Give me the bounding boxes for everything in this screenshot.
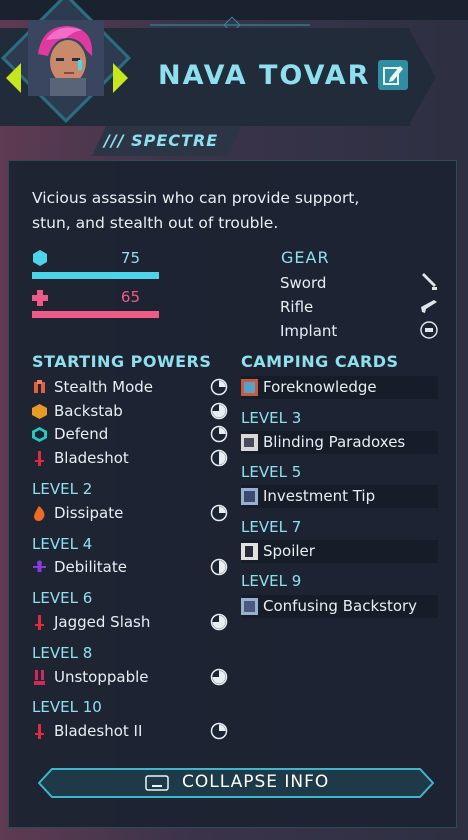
power-cost-clock-icon: [210, 668, 228, 686]
power-debilitate[interactable]: Debilitate: [32, 557, 232, 579]
shield-icon: [33, 250, 47, 266]
jagged-slash-icon: [35, 615, 44, 630]
level-label: LEVEL 2: [32, 480, 93, 498]
camping-cards-title: CAMPING CARDS: [241, 352, 399, 371]
shield-value: 75: [120, 249, 140, 267]
level-label: LEVEL 7: [241, 518, 302, 536]
next-character-arrow-icon[interactable]: [113, 63, 128, 93]
level-label: LEVEL 8: [32, 644, 93, 662]
level-label: LEVEL 6: [32, 589, 93, 607]
edit-icon: [383, 66, 403, 85]
bladeshot-icon: [35, 724, 44, 739]
defend-icon: [32, 427, 47, 442]
level-label: LEVEL 10: [32, 698, 102, 716]
card-foreknowledge[interactable]: Foreknowledge: [241, 376, 438, 399]
power-defend[interactable]: Defend: [32, 424, 232, 446]
gear-item-sword: Sword: [280, 274, 327, 292]
power-cost-clock-icon: [210, 504, 228, 522]
character-name: NAVA TOVAR: [158, 60, 371, 91]
power-dissipate[interactable]: Dissipate: [32, 503, 232, 525]
power-unstoppable[interactable]: Unstoppable: [32, 667, 232, 689]
header-arrow-shape: [408, 28, 436, 126]
shield-bar: [32, 272, 159, 279]
bladeshot-icon: [35, 451, 44, 466]
card-art-icon: [241, 434, 258, 451]
power-cost-clock-icon: [210, 613, 228, 631]
health-icon: [32, 290, 48, 306]
sword-icon[interactable]: [420, 273, 438, 291]
edit-button[interactable]: [378, 60, 408, 90]
card-blinding-paradoxes[interactable]: Blinding Paradoxes: [241, 431, 438, 454]
gear-item-rifle: Rifle: [280, 298, 314, 316]
power-cost-clock-icon: [210, 425, 228, 443]
power-cost-clock-icon: [210, 378, 228, 396]
stealth-icon: [34, 380, 45, 393]
gear-item-implant: Implant: [280, 322, 338, 340]
implant-icon[interactable]: [420, 321, 438, 339]
level-label: LEVEL 4: [32, 535, 93, 553]
starting-powers-title: STARTING POWERS: [32, 352, 212, 371]
collapse-info-label: COLLAPSE INFO: [182, 772, 330, 792]
debilitate-icon: [33, 560, 46, 572]
class-label: /// SPECTRE: [104, 131, 219, 150]
power-backstab[interactable]: Backstab: [32, 401, 232, 423]
card-art-icon: [241, 488, 258, 505]
card-art-icon: [241, 543, 258, 560]
health-value: 65: [120, 288, 140, 306]
card-confusing-backstory[interactable]: Confusing Backstory: [241, 595, 438, 618]
card-art-icon: [241, 598, 258, 615]
backstab-icon: [32, 404, 47, 419]
level-label: LEVEL 9: [241, 572, 302, 590]
power-bladeshot[interactable]: Bladeshot: [32, 448, 232, 470]
unstoppable-icon: [34, 670, 45, 685]
power-cost-clock-icon: [210, 402, 228, 420]
character-description: Vicious assassin who can provide support…: [32, 189, 360, 232]
prev-character-arrow-icon[interactable]: [6, 63, 21, 93]
power-cost-clock-icon: [210, 722, 228, 740]
power-stealth-mode[interactable]: Stealth Mode: [32, 377, 232, 399]
power-cost-clock-icon: [210, 558, 228, 576]
health-bar: [32, 311, 159, 318]
level-label: LEVEL 3: [241, 409, 302, 427]
card-art-icon: [241, 379, 258, 396]
power-cost-clock-icon: [210, 449, 228, 467]
rifle-icon[interactable]: [420, 297, 438, 315]
power-bladeshot-ii[interactable]: Bladeshot II: [32, 721, 232, 743]
level-label: LEVEL 5: [241, 463, 302, 481]
dissipate-icon: [34, 506, 45, 521]
character-portrait: [28, 20, 104, 96]
card-spoiler[interactable]: Spoiler: [241, 540, 438, 563]
card-investment-tip[interactable]: Investment Tip: [241, 485, 438, 508]
gear-title: GEAR: [281, 248, 330, 267]
power-jagged-slash[interactable]: Jagged Slash: [32, 612, 232, 634]
